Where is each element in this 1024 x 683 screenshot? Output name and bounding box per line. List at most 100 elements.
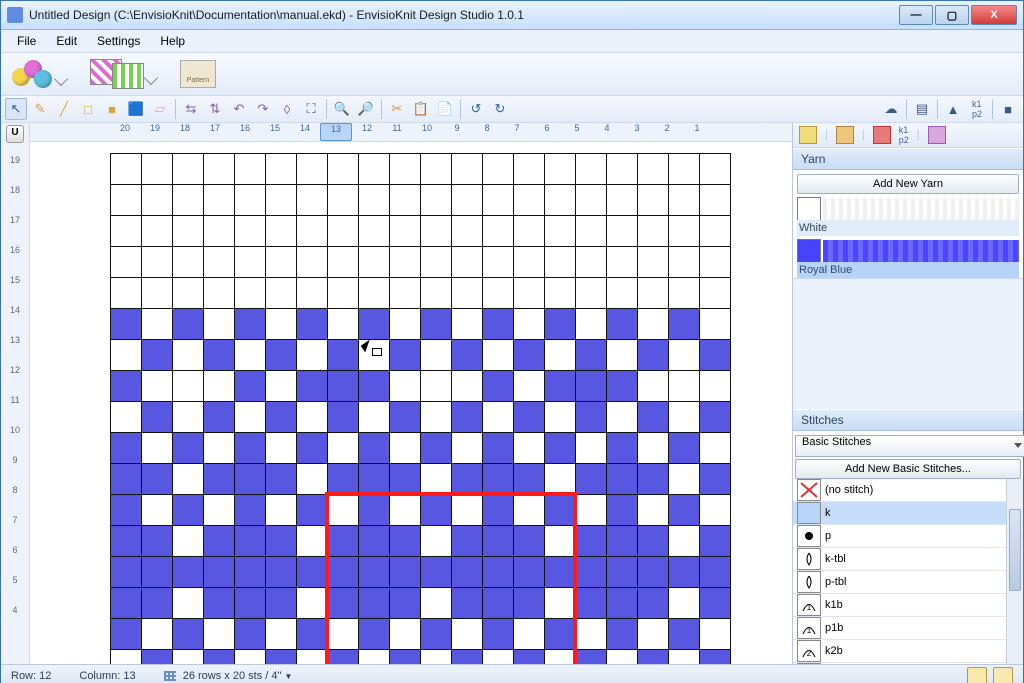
grid-cell[interactable] <box>483 464 514 495</box>
grid-cell[interactable] <box>638 650 669 665</box>
grid-cell[interactable] <box>235 464 266 495</box>
grid-cell[interactable] <box>576 433 607 464</box>
grid-cell[interactable] <box>142 619 173 650</box>
grid-cell[interactable] <box>514 619 545 650</box>
grid-cell[interactable] <box>390 619 421 650</box>
yarn-item[interactable]: Royal Blue <box>797 240 1019 278</box>
grid-cell[interactable] <box>297 433 328 464</box>
grid-cell[interactable] <box>204 340 235 371</box>
grid-cell[interactable] <box>142 526 173 557</box>
grid-cell[interactable] <box>328 619 359 650</box>
grid-cell[interactable] <box>514 247 545 278</box>
stitch-row[interactable]: 2k2b <box>793 640 1006 663</box>
grid-cell[interactable] <box>607 650 638 665</box>
tool-rotate-r[interactable]: ↷ <box>252 98 274 120</box>
canvas-area[interactable]: 2019181716151413121110987654321 8-stitch… <box>30 123 792 664</box>
pattern-library-button[interactable]: Pattern <box>175 57 221 91</box>
grid-cell[interactable] <box>111 588 142 619</box>
grid-cell[interactable] <box>204 247 235 278</box>
grid-cell[interactable] <box>514 402 545 433</box>
grid-cell[interactable] <box>421 216 452 247</box>
grid-cell[interactable] <box>421 247 452 278</box>
grid-cell[interactable] <box>607 185 638 216</box>
grid-cell[interactable] <box>669 557 700 588</box>
status-mini-2[interactable] <box>993 667 1013 683</box>
grid-cell[interactable] <box>173 495 204 526</box>
grid-cell[interactable] <box>390 402 421 433</box>
grid-cell[interactable] <box>111 464 142 495</box>
grid-cell[interactable] <box>297 371 328 402</box>
grid-cell[interactable] <box>142 309 173 340</box>
grid-cell[interactable] <box>576 402 607 433</box>
grid-cell[interactable] <box>607 309 638 340</box>
panel-toggle-legend[interactable]: k1p2 <box>966 98 988 120</box>
grid-cell[interactable] <box>545 588 576 619</box>
grid-cell[interactable] <box>669 526 700 557</box>
grid-cell[interactable] <box>297 495 328 526</box>
grid-cell[interactable] <box>111 650 142 665</box>
grid-cell[interactable] <box>111 340 142 371</box>
grid-cell[interactable] <box>452 557 483 588</box>
grid-cell[interactable] <box>669 216 700 247</box>
grid-cell[interactable] <box>452 650 483 665</box>
stitch-row[interactable]: p-tbl <box>793 571 1006 594</box>
grid-cell[interactable] <box>142 278 173 309</box>
grid-cell[interactable] <box>452 216 483 247</box>
grid-cell[interactable] <box>452 154 483 185</box>
grid-cell[interactable] <box>483 433 514 464</box>
grid-cell[interactable] <box>669 185 700 216</box>
grid-cell[interactable] <box>700 185 731 216</box>
grid-cell[interactable] <box>514 650 545 665</box>
grid-cell[interactable] <box>638 309 669 340</box>
grid-cell[interactable] <box>421 278 452 309</box>
grid-cell[interactable] <box>607 433 638 464</box>
grid-cell[interactable] <box>545 185 576 216</box>
grid-cell[interactable] <box>421 619 452 650</box>
grid-cell[interactable] <box>483 619 514 650</box>
units-toggle-button[interactable]: U <box>6 125 24 143</box>
grid-cell[interactable] <box>359 495 390 526</box>
grid-cell[interactable] <box>545 495 576 526</box>
tool-flip-h[interactable]: ⇆ <box>180 98 202 120</box>
grid-cell[interactable] <box>142 340 173 371</box>
grid-cell[interactable] <box>669 371 700 402</box>
grid-cell[interactable] <box>483 247 514 278</box>
grid-cell[interactable] <box>266 309 297 340</box>
grid-cell[interactable] <box>235 402 266 433</box>
grid-cell[interactable] <box>576 557 607 588</box>
grid-cell[interactable] <box>390 216 421 247</box>
grid-cell[interactable] <box>700 154 731 185</box>
grid-cell[interactable] <box>173 464 204 495</box>
tool-paste[interactable]: 📄 <box>434 98 456 120</box>
tool-bucket[interactable]: 🟦 <box>125 98 147 120</box>
grid-cell[interactable] <box>607 526 638 557</box>
grid-cell[interactable] <box>266 154 297 185</box>
tool-crop[interactable]: ⛶ <box>300 98 322 120</box>
grid-cell[interactable] <box>235 278 266 309</box>
grid-cell[interactable] <box>576 278 607 309</box>
grid-cell[interactable] <box>452 402 483 433</box>
grid-cell[interactable] <box>111 557 142 588</box>
grid-cell[interactable] <box>297 247 328 278</box>
tool-pencil[interactable]: ✎ <box>29 98 51 120</box>
panel-toggle-3[interactable]: ▲ <box>942 98 964 120</box>
grid-cell[interactable] <box>483 650 514 665</box>
grid-cell[interactable] <box>359 619 390 650</box>
grid-cell[interactable] <box>452 185 483 216</box>
grid-cell[interactable] <box>545 619 576 650</box>
grid-cell[interactable] <box>359 309 390 340</box>
grid-cell[interactable] <box>452 464 483 495</box>
grid-cell[interactable] <box>638 495 669 526</box>
grid-cell[interactable] <box>266 464 297 495</box>
grid-cell[interactable] <box>700 619 731 650</box>
grid-cell[interactable] <box>235 216 266 247</box>
grid-cell[interactable] <box>638 278 669 309</box>
grid-cell[interactable] <box>421 309 452 340</box>
grid-cell[interactable] <box>204 371 235 402</box>
grid-cell[interactable] <box>483 340 514 371</box>
grid-cell[interactable] <box>514 309 545 340</box>
grid-cell[interactable] <box>576 464 607 495</box>
grid-cell[interactable] <box>390 340 421 371</box>
grid-cell[interactable] <box>452 588 483 619</box>
grid-cell[interactable] <box>483 216 514 247</box>
